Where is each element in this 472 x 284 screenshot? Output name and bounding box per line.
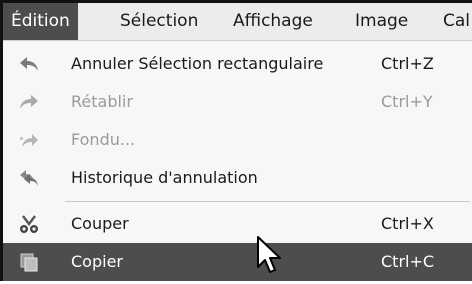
menu-item-label: Rétablir: [71, 92, 133, 111]
menu-item-shortcut: Ctrl+X: [381, 214, 434, 233]
menu-item-shortcut: Ctrl+C: [381, 252, 435, 271]
menu-cal[interactable]: Cal: [443, 3, 470, 40]
menu-item-label: Annuler Sélection rectangulaire: [71, 54, 324, 73]
fade-icon: [18, 129, 40, 151]
menu-selection[interactable]: Sélection: [120, 3, 198, 40]
menu-item-cut[interactable]: Couper Ctrl+X: [3, 205, 472, 243]
menu-item-redo[interactable]: Rétablir Ctrl+Y: [3, 83, 472, 121]
menu-item-copy[interactable]: Copier Ctrl+C: [3, 243, 472, 281]
copy-icon: [18, 251, 40, 273]
mouse-pointer-icon: [256, 235, 282, 275]
menu-separator: [65, 201, 470, 202]
menu-item-shortcut: Ctrl+Z: [381, 54, 434, 73]
menu-item-label: Historique d'annulation: [71, 168, 258, 187]
menu-affichage[interactable]: Affichage: [233, 3, 313, 40]
menu-item-label: Fondu...: [71, 130, 136, 149]
edit-menu-dropdown: Annuler Sélection rectangulaire Ctrl+Z R…: [3, 41, 472, 281]
menu-edition[interactable]: Édition: [3, 3, 78, 40]
redo-icon: [18, 91, 40, 113]
menu-item-fade[interactable]: Fondu...: [3, 121, 472, 159]
menu-item-label: Copier: [71, 252, 123, 271]
history-icon: [18, 167, 40, 189]
menu-image[interactable]: Image: [355, 3, 408, 40]
menu-item-label: Couper: [71, 214, 129, 233]
scissors-icon: [18, 213, 40, 235]
undo-icon: [18, 53, 40, 75]
menu-item-history[interactable]: Historique d'annulation: [3, 159, 472, 197]
menu-item-shortcut: Ctrl+Y: [381, 92, 433, 111]
menu-item-undo[interactable]: Annuler Sélection rectangulaire Ctrl+Z: [3, 45, 472, 83]
menu-bar: Édition Sélection Affichage Image Cal: [3, 3, 472, 41]
